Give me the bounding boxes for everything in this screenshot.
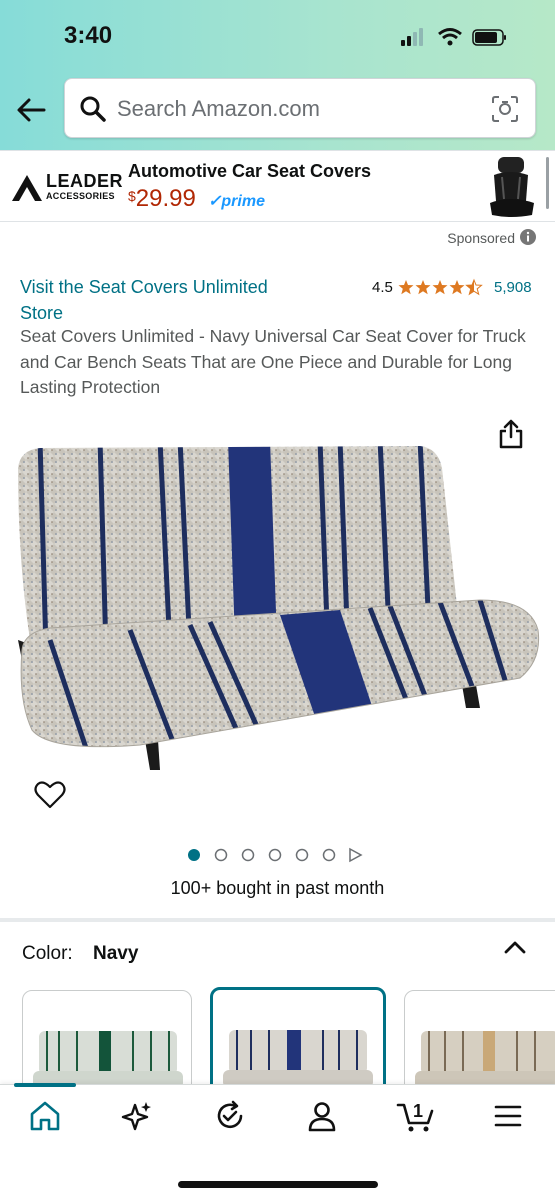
back-arrow-icon[interactable] xyxy=(14,92,50,128)
camera-scan-icon[interactable] xyxy=(491,95,519,123)
home-indicator xyxy=(178,1181,378,1188)
status-icons xyxy=(401,28,506,46)
brand-line2: ACCESSORIES xyxy=(46,191,115,201)
heart-icon[interactable] xyxy=(34,780,66,810)
refresh-check-icon[interactable] xyxy=(213,1099,247,1133)
carousel-dot[interactable] xyxy=(268,848,282,862)
ad-price: $29.99 xyxy=(128,185,196,213)
product-image[interactable] xyxy=(10,440,545,780)
ad-price-currency: $ xyxy=(128,188,136,204)
ad-scrollbar xyxy=(546,157,549,209)
leader-logo-icon xyxy=(12,175,42,201)
product-title: Seat Covers Unlimited - Navy Universal C… xyxy=(20,326,526,397)
sparkle-icon[interactable] xyxy=(120,1099,154,1133)
chevron-up-icon[interactable] xyxy=(502,936,528,958)
search-icon xyxy=(80,96,106,122)
header: 3:40 xyxy=(0,0,555,150)
carousel-dot[interactable] xyxy=(295,848,309,862)
rating-value: 4.5 xyxy=(372,279,393,296)
review-count[interactable]: 5,908 xyxy=(494,279,532,296)
ad-seat-cover-image xyxy=(490,157,534,217)
section-divider xyxy=(0,918,555,922)
ad-title: Automotive Car Seat Covers xyxy=(128,161,372,181)
swatch-navy-image xyxy=(223,1030,373,1088)
carousel-dot[interactable] xyxy=(322,848,336,862)
prime-badge: ✓prime xyxy=(208,193,265,210)
sponsored-label: Sponsored xyxy=(447,230,515,246)
carousel-dot-active[interactable] xyxy=(188,849,200,861)
brand-line1: LEADER xyxy=(46,171,124,191)
account-icon[interactable] xyxy=(305,1099,339,1133)
leader-logo: LEADER ACCESSORIES xyxy=(10,171,124,205)
color-label: Color: xyxy=(22,943,73,964)
cart-icon[interactable]: 1 xyxy=(396,1099,436,1133)
menu-icon[interactable] xyxy=(491,1099,525,1133)
sponsored-ad-banner[interactable]: LEADER ACCESSORIES Automotive Car Seat C… xyxy=(0,150,555,222)
status-time: 3:40 xyxy=(64,22,113,49)
star-rating-icon[interactable] xyxy=(398,278,484,296)
carousel-dot[interactable] xyxy=(214,848,228,862)
home-icon[interactable] xyxy=(28,1099,62,1133)
ad-price-value: 29.99 xyxy=(135,185,196,212)
carousel-dot[interactable] xyxy=(241,848,255,862)
nav-active-indicator xyxy=(14,1083,76,1087)
search-input[interactable] xyxy=(117,91,477,127)
cart-count: 1 xyxy=(413,1101,423,1121)
search-box[interactable] xyxy=(64,78,536,138)
info-icon[interactable] xyxy=(519,228,537,246)
color-swatch-navy[interactable] xyxy=(210,987,386,1097)
color-value: Navy xyxy=(93,943,139,964)
store-link[interactable]: Visit the Seat Covers Unlimited Store xyxy=(20,274,310,326)
image-carousel-dots[interactable] xyxy=(186,846,366,864)
bought-in-past-month: 100+ bought in past month xyxy=(170,878,385,898)
carousel-video-icon[interactable] xyxy=(349,847,363,863)
